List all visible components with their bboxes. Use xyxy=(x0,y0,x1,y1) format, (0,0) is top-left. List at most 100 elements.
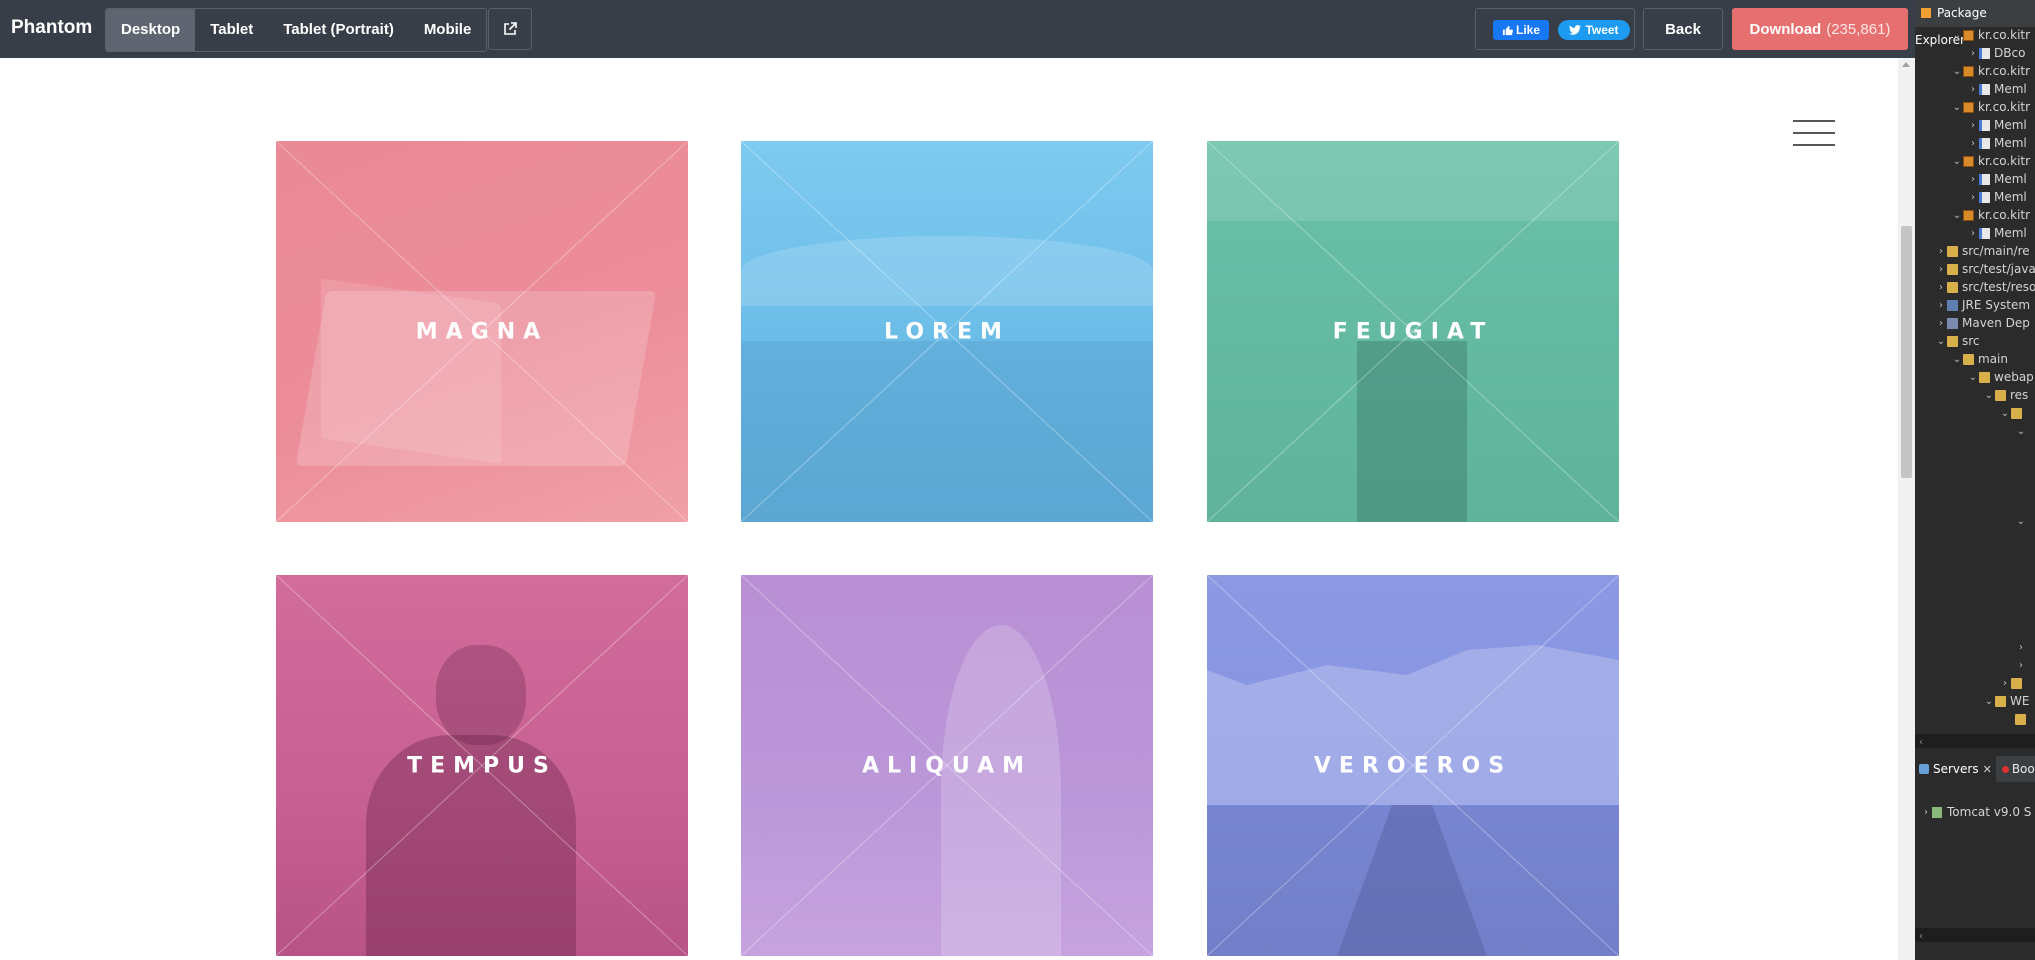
preview-toolbar: Phantom Desktop Tablet Tablet (Portrait)… xyxy=(0,0,1915,58)
chevron-down-icon: ⌄ xyxy=(2016,515,2026,527)
folder-icon xyxy=(1947,281,1958,293)
tree-item[interactable]: ⌄ kr.co.kitr xyxy=(1951,62,2030,80)
tree-item[interactable]: › Meml xyxy=(1967,116,2027,134)
tree-item[interactable]: ⌄ main xyxy=(1951,350,2008,368)
tree-item[interactable] xyxy=(2015,710,2030,728)
tab-servers[interactable]: Servers ✕ xyxy=(1915,756,1996,782)
package-icon xyxy=(1963,29,1974,41)
server-item-tomcat[interactable]: › Tomcat v9.0 S xyxy=(1915,803,2031,821)
folder-icon xyxy=(1947,245,1958,257)
tile-tempus[interactable]: TEMPUS xyxy=(276,575,688,956)
tile-feugiat[interactable]: FEUGIAT xyxy=(1207,141,1619,522)
tree-item[interactable]: ⌄ xyxy=(1999,404,2026,422)
chevron-right-icon: › xyxy=(1971,119,1975,131)
tile-veroeros[interactable]: VEROEROS xyxy=(1207,575,1619,956)
tree-item[interactable]: › src/main/re xyxy=(1935,242,2030,260)
device-tablet-button[interactable]: Tablet xyxy=(195,9,268,51)
tree-item[interactable]: ⌄ kr.co.kitr xyxy=(1951,152,2030,170)
chevron-right-icon: › xyxy=(1971,137,1975,149)
explorer-horizontal-scrollbar[interactable]: ‹ xyxy=(1915,734,2035,748)
tree-item[interactable]: ⌄ xyxy=(2015,422,2027,440)
download-count: (235,861) xyxy=(1826,20,1891,38)
brand-logo[interactable]: Phantom xyxy=(11,17,92,39)
download-label: Download xyxy=(1749,20,1822,38)
chevron-right-icon: › xyxy=(1939,299,1943,311)
package-explorer-header[interactable]: Package Explorer xyxy=(1915,0,2035,47)
download-button[interactable]: Download (235,861) xyxy=(1732,8,1908,50)
tile-aliquam[interactable]: ALIQUAM xyxy=(741,575,1153,956)
tree-item[interactable]: ⌄ kr.co.kitr xyxy=(1951,98,2030,116)
tree-item[interactable]: › Maven Dep xyxy=(1935,314,2030,332)
tree-item[interactable]: › Meml xyxy=(1967,134,2027,152)
scrollbar-thumb[interactable] xyxy=(1901,226,1912,478)
tree-item[interactable]: › JRE System xyxy=(1935,296,2030,314)
java-file-icon xyxy=(1979,47,1990,59)
scroll-left-arrow-icon[interactable]: ‹ xyxy=(1919,931,1923,942)
device-desktop-button[interactable]: Desktop xyxy=(106,9,196,51)
open-external-button[interactable] xyxy=(488,8,532,50)
folder-icon xyxy=(2011,677,2022,689)
chevron-right-icon: › xyxy=(1971,173,1975,185)
chevron-right-icon: › xyxy=(1971,83,1975,95)
servers-icon xyxy=(1919,764,1929,774)
twitter-bird-icon xyxy=(1569,25,1582,35)
chevron-down-icon: ⌄ xyxy=(1984,695,1994,707)
chevron-right-icon: › xyxy=(1971,191,1975,203)
tree-item[interactable]: › src/test/reso xyxy=(1935,278,2035,296)
chevron-down-icon: ⌄ xyxy=(1952,155,1962,167)
close-icon[interactable]: ✕ xyxy=(1983,763,1992,776)
tree-item[interactable]: ⌄ kr.co.kitr xyxy=(1951,26,2030,44)
device-tablet-portrait-button[interactable]: Tablet (Portrait) xyxy=(268,9,409,51)
social-buttons: Like Tweet xyxy=(1475,8,1635,50)
tile-lorem[interactable]: LOREM xyxy=(741,141,1153,522)
back-button[interactable]: Back xyxy=(1643,8,1723,50)
folder-icon xyxy=(1995,695,2006,707)
chevron-down-icon: ⌄ xyxy=(1952,353,1962,365)
hamburger-menu-icon[interactable] xyxy=(1793,120,1835,148)
java-file-icon xyxy=(1979,173,1990,185)
tree-item[interactable]: ⌄ webap xyxy=(1967,368,2034,386)
tree-item[interactable]: › Meml xyxy=(1967,224,2027,242)
tile-label: ALIQUAM xyxy=(861,753,1033,778)
chevron-down-icon: ⌄ xyxy=(2016,425,2026,437)
tree-item[interactable]: ⌄ WE xyxy=(1983,692,2030,710)
folder-icon xyxy=(1979,371,1990,383)
preview-scrollbar[interactable] xyxy=(1898,58,1915,960)
tree-item[interactable]: › Meml xyxy=(1967,188,2027,206)
package-icon xyxy=(1963,155,1974,167)
tree-item[interactable]: › DBco xyxy=(1967,44,2025,62)
chevron-down-icon: ⌄ xyxy=(1984,389,1994,401)
chevron-right-icon: › xyxy=(2019,641,2023,653)
scroll-left-arrow-icon[interactable]: ‹ xyxy=(1919,737,1923,748)
chevron-right-icon: › xyxy=(1939,281,1943,293)
tree-item[interactable]: › xyxy=(2015,656,2027,674)
tree-item[interactable]: ⌄ xyxy=(2015,512,2027,530)
tile-label: TEMPUS xyxy=(407,753,557,778)
tree-item[interactable]: ⌄ kr.co.kitr xyxy=(1951,206,2030,224)
tree-item[interactable]: › xyxy=(1999,674,2026,692)
tree-item[interactable]: › Meml xyxy=(1967,170,2027,188)
tree-item[interactable]: › xyxy=(2015,638,2027,656)
scroll-up-arrow-icon[interactable] xyxy=(1902,62,1910,67)
template-preview: MAGNA LOREM FEUGIAT TEMPUS ALIQUAM VEROE… xyxy=(0,58,1898,960)
chevron-right-icon: › xyxy=(2003,677,2007,689)
device-switcher: Desktop Tablet Tablet (Portrait) Mobile xyxy=(105,8,488,52)
folder-icon xyxy=(1947,263,1958,275)
servers-horizontal-scrollbar[interactable]: ‹ xyxy=(1915,928,2035,942)
library-icon xyxy=(1947,317,1958,329)
tree-item[interactable]: › Meml xyxy=(1967,80,2027,98)
java-file-icon xyxy=(1979,83,1990,95)
facebook-like-button[interactable]: Like xyxy=(1493,20,1549,40)
tree-item[interactable]: ⌄ src xyxy=(1935,332,1980,350)
package-explorer-icon xyxy=(1921,8,1931,18)
device-mobile-button[interactable]: Mobile xyxy=(409,9,486,51)
tree-item[interactable]: ⌄ res xyxy=(1983,386,2029,404)
tweet-button[interactable]: Tweet xyxy=(1558,20,1630,40)
tile-label: MAGNA xyxy=(415,319,549,344)
tile-magna[interactable]: MAGNA xyxy=(276,141,688,522)
java-file-icon xyxy=(1979,119,1990,131)
tree-item[interactable]: › src/test/java xyxy=(1935,260,2035,278)
chevron-right-icon: › xyxy=(1971,47,1975,59)
tab-boot-dashboard[interactable]: Boo xyxy=(1996,762,2035,776)
chevron-right-icon: › xyxy=(1924,806,1928,818)
